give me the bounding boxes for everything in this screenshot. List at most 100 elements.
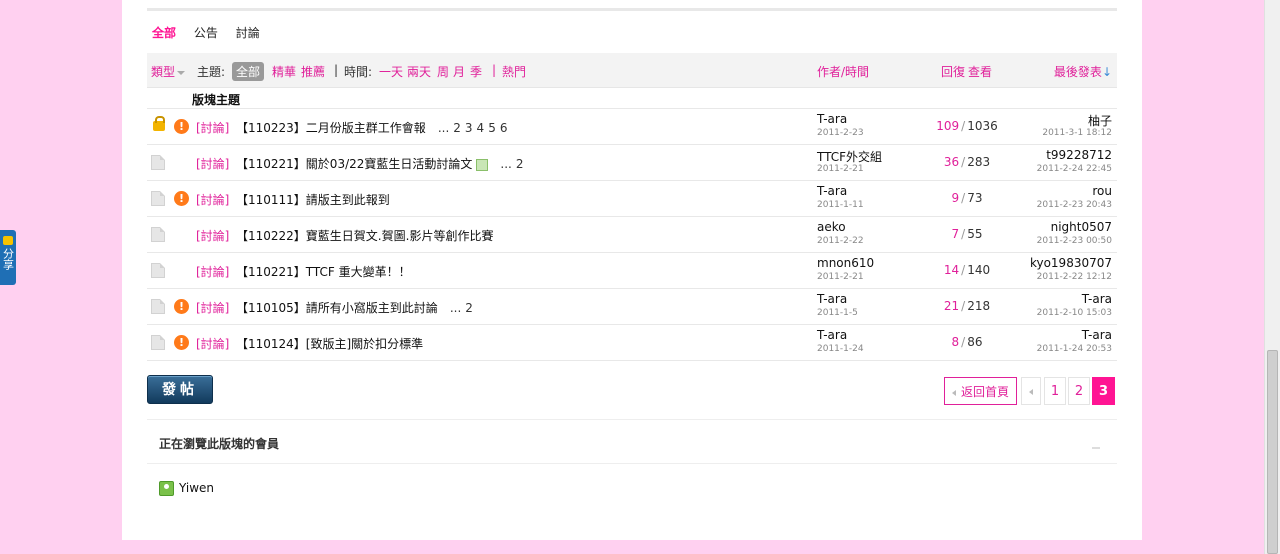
last-poster[interactable]: kyo19830707	[1030, 256, 1112, 270]
last-post-date[interactable]: 2011-2-22 12:12	[1037, 272, 1112, 282]
divider	[147, 419, 1117, 420]
thread-row[interactable]: ! [討論] 【110105】請所有小窩版主到此討論 ... 2 T-ara 2011-1-…	[147, 288, 1117, 324]
thread-row[interactable]: ! [討論] 【110223】二月份版主群工作會報 ... 2 3 4 5 6 T-ara 2011…	[147, 108, 1117, 144]
type-filter[interactable]: 類型	[151, 63, 186, 80]
thread-page-link[interactable]: 6	[500, 121, 508, 135]
theme-recommend-link[interactable]: 推薦	[301, 63, 325, 80]
thread-author[interactable]: T-ara	[817, 292, 847, 306]
thread-type-tabs: 全部 公告 討論	[152, 24, 274, 41]
tab-announcement[interactable]: 公告	[194, 26, 218, 40]
last-post-date[interactable]: 2011-2-23 20:43	[1037, 200, 1112, 210]
page-1-button[interactable]: 1	[1044, 377, 1066, 405]
thread-author[interactable]: T-ara	[817, 112, 847, 126]
last-poster[interactable]: t99228712	[1046, 148, 1112, 162]
last-post-date[interactable]: 2011-1-24 20:53	[1037, 344, 1112, 354]
thread-title[interactable]: 【110221】關於03/22寶藍生日活動討論文	[236, 157, 472, 171]
new-post-button[interactable]: 發帖	[147, 375, 213, 404]
thread-row[interactable]: [討論] 【110221】TTCF 重大變革！！ mnon610 2011-2-21 1…	[147, 252, 1117, 288]
thread-category[interactable]: [討論]	[196, 227, 229, 244]
share-widget[interactable]: 分享	[0, 230, 16, 285]
theme-all-button[interactable]: 全部	[232, 62, 265, 81]
tab-discussion[interactable]: 討論	[236, 26, 260, 40]
thread-page-link[interactable]: 2	[465, 301, 473, 315]
thread-author[interactable]: T-ara	[817, 184, 847, 198]
view-count: 218	[967, 299, 991, 313]
thread-pages: ... 2 3 4 5 6	[437, 121, 508, 135]
thread-title[interactable]: 【110105】請所有小窩版主到此討論	[236, 301, 438, 315]
thread-title[interactable]: 【110222】寶藍生日賀文.賀圖.影片等創作比賽	[236, 229, 493, 243]
thread-stats: 21/218	[943, 299, 991, 313]
collapse-icon[interactable]	[1092, 447, 1100, 449]
back-home-button[interactable]: 返回首頁	[944, 377, 1017, 405]
document-icon	[151, 299, 165, 314]
last-post-date[interactable]: 2011-3-1 18:12	[1042, 128, 1112, 138]
hot-link[interactable]: 熱門	[502, 63, 526, 80]
document-icon	[151, 155, 165, 170]
thread-category[interactable]: [討論]	[196, 155, 229, 172]
last-post-date[interactable]: 2011-2-23 00:50	[1037, 236, 1112, 246]
last-post-header[interactable]: 最後發表↓	[1054, 63, 1112, 80]
thread-title[interactable]: 【110223】二月份版主群工作會報	[236, 121, 426, 135]
thread-row[interactable]: ! [討論] 【110111】請版主到此報到 T-ara 2011-1-11 9/73 ro…	[147, 180, 1117, 216]
thread-row[interactable]: [討論] 【110222】寶藍生日賀文.賀圖.影片等創作比賽 aeko 2011-2-…	[147, 216, 1117, 252]
reply-count: 21	[943, 299, 960, 313]
reply-count: 9	[951, 191, 960, 205]
scrollbar-thumb[interactable]	[1267, 350, 1278, 554]
thread-author[interactable]: aeko	[817, 220, 846, 234]
tab-all[interactable]: 全部	[152, 26, 176, 40]
page-3-current[interactable]: 3	[1092, 377, 1115, 405]
thread-page-link[interactable]: 3	[465, 121, 473, 135]
user-icon	[159, 481, 174, 496]
time-two-days-link[interactable]: 兩天	[407, 63, 431, 80]
page-2-button[interactable]: 2	[1068, 377, 1090, 405]
last-post-date[interactable]: 2011-2-10 15:03	[1037, 308, 1112, 318]
online-user[interactable]: Yiwen	[179, 481, 214, 495]
thread-author[interactable]: mnon610	[817, 256, 874, 270]
view-count: 1036	[967, 119, 998, 133]
thread-row[interactable]: ! [討論] 【110124】[致版主]關於扣分標準 T-ara 2011-1-24 8/…	[147, 324, 1117, 361]
thread-category[interactable]: [討論]	[196, 335, 229, 352]
document-icon	[151, 263, 165, 278]
thread-page-link[interactable]: 5	[488, 121, 496, 135]
thread-date: 2011-1-5	[817, 308, 858, 318]
time-month-link[interactable]: 月	[453, 63, 465, 80]
thread-date: 2011-2-21	[817, 164, 864, 174]
thread-page-link[interactable]: 2	[516, 157, 524, 171]
thread-category[interactable]: [討論]	[196, 119, 229, 136]
thread-author[interactable]: TTCF外交組	[817, 148, 882, 165]
thread-title[interactable]: 【110111】請版主到此報到	[236, 193, 390, 207]
time-label: 時間:	[344, 65, 373, 79]
thread-row[interactable]: [討論] 【110221】關於03/22寶藍生日活動討論文... 2 TTCF外交組 2…	[147, 144, 1117, 180]
views-header[interactable]: 查看	[968, 63, 992, 80]
chevron-down-icon	[177, 70, 186, 75]
document-icon	[151, 227, 165, 242]
last-poster[interactable]: 柚子	[1088, 112, 1112, 129]
section-title: 版塊主題	[192, 93, 241, 107]
time-one-day-link[interactable]: 一天	[379, 63, 403, 80]
thread-title[interactable]: 【110124】[致版主]關於扣分標準	[236, 337, 423, 351]
thread-category[interactable]: [討論]	[196, 263, 229, 280]
replies-header[interactable]: 回復	[941, 63, 965, 80]
author-time-header[interactable]: 作者/時間	[817, 63, 869, 80]
last-poster[interactable]: T-ara	[1082, 292, 1112, 306]
forum-content: 全部 公告 討論 類型 主題: 全部 精華 推薦 | 時間: 一天 兩天 周 月…	[122, 0, 1142, 540]
last-poster[interactable]: night0507	[1051, 220, 1112, 234]
thread-category[interactable]: [討論]	[196, 299, 229, 316]
time-week-link[interactable]: 周	[437, 63, 449, 80]
thread-stats: 7/55	[951, 227, 983, 241]
scrollbar[interactable]	[1264, 0, 1280, 554]
prev-page-button[interactable]	[1021, 377, 1041, 405]
theme-digest-link[interactable]: 精華	[272, 63, 296, 80]
last-poster[interactable]: T-ara	[1082, 328, 1112, 342]
view-count: 73	[967, 191, 983, 205]
thread-author[interactable]: T-ara	[817, 328, 847, 342]
thread-title[interactable]: 【110221】TTCF 重大變革！！	[236, 265, 411, 279]
thread-page-link[interactable]: 2	[453, 121, 461, 135]
last-poster[interactable]: rou	[1092, 184, 1112, 198]
thread-pages: ... 2	[449, 301, 473, 315]
thread-category[interactable]: [討論]	[196, 191, 229, 208]
last-post-date[interactable]: 2011-2-24 22:45	[1037, 164, 1112, 174]
time-season-link[interactable]: 季	[470, 63, 482, 80]
thread-page-link[interactable]: 4	[477, 121, 485, 135]
thread-title-wrap: 【110223】二月份版主群工作會報 ... 2 3 4 5 6	[236, 119, 507, 136]
